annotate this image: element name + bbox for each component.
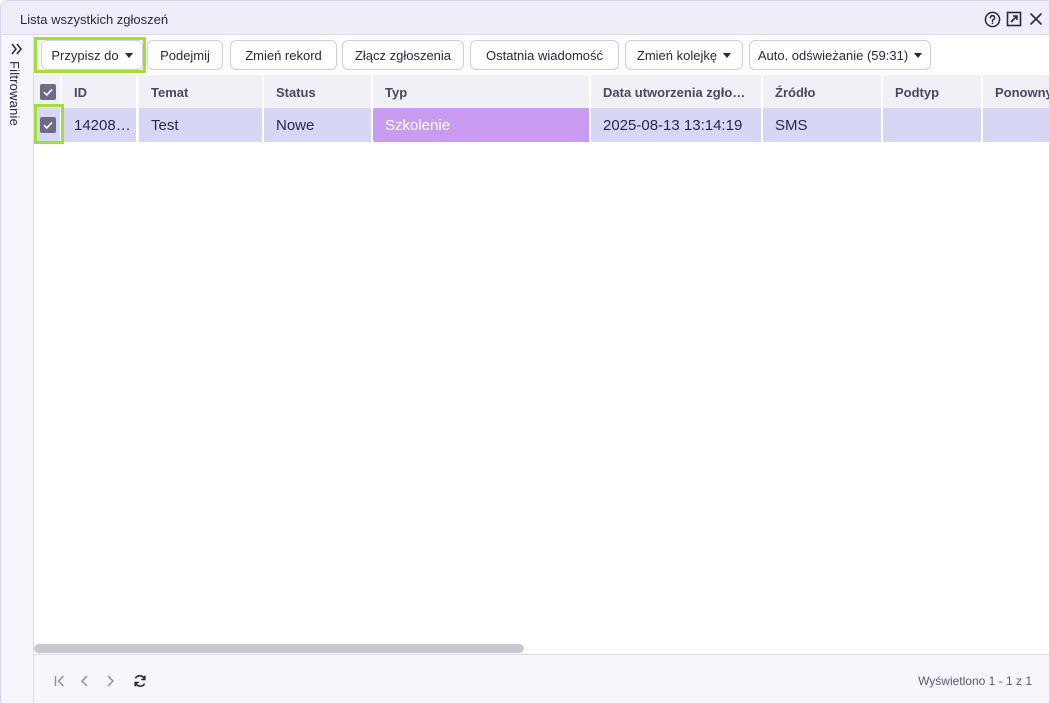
sidebar-label[interactable]: Filtrowanie (7, 61, 22, 126)
row-select-cell[interactable] (34, 108, 62, 142)
header-ponowny[interactable]: Ponowny (983, 75, 1049, 109)
change-record-button[interactable]: Zmień rekord (230, 40, 337, 70)
auto-refresh-label: Auto. odświeżanie (59:31) (757, 47, 909, 63)
cell-ponowny[interactable] (983, 108, 1049, 142)
select-all-cell[interactable] (34, 75, 62, 109)
filter-sidebar[interactable]: Filtrowanie (1, 35, 34, 703)
table-header-row: ID Temat Status Typ Data utworzenia zgło… (34, 75, 1049, 109)
caret-down-icon (914, 52, 923, 58)
popout-icon[interactable] (1005, 10, 1023, 28)
help-icon[interactable] (983, 10, 1001, 28)
assign-to-label: Przypisz do (51, 47, 119, 63)
page-summary: Wyświetlono 1 - 1 z 1 (918, 674, 1032, 688)
cell-id[interactable]: 14208… (62, 108, 138, 142)
last-message-button[interactable]: Ostatnia wiadomość (470, 40, 619, 70)
header-typ[interactable]: Typ (373, 75, 591, 109)
table-row[interactable]: 14208… Test Nowe Szkolenie 2025-08-13 13… (34, 108, 1049, 142)
auto-refresh-button[interactable]: Auto. odświeżanie (59:31) (749, 40, 931, 70)
select-all-checkbox[interactable] (40, 84, 56, 100)
window-title: Lista wszystkich zgłoszeń (20, 12, 169, 27)
ticket-list-window: Lista wszystkich zgłoszeń Filtrowanie Pr… (0, 0, 1050, 704)
header-temat[interactable]: Temat (139, 75, 264, 109)
cell-temat[interactable]: Test (139, 108, 264, 142)
header-podtyp[interactable]: Podtyp (883, 75, 983, 109)
cell-status[interactable]: Nowe (264, 108, 373, 142)
title-bar: Lista wszystkich zgłoszeń (1, 1, 1049, 35)
pagination-footer: Wyświetlono 1 - 1 z 1 (34, 654, 1049, 703)
header-zrodlo[interactable]: Źródło (763, 75, 883, 109)
next-page-icon[interactable] (101, 672, 119, 690)
row-checkbox[interactable] (40, 117, 56, 133)
assign-to-button[interactable]: Przypisz do (41, 40, 143, 70)
change-queue-button[interactable]: Zmień kolejkę (625, 40, 743, 70)
caret-down-icon (723, 52, 732, 58)
header-id[interactable]: ID (62, 75, 138, 109)
toolbar: Przypisz do Podejmij Zmień rekord Złącz … (34, 35, 1049, 75)
cell-typ[interactable]: Szkolenie (373, 108, 591, 142)
horizontal-scrollbar[interactable] (34, 644, 524, 653)
previous-page-icon[interactable] (76, 672, 94, 690)
header-data-utworzenia[interactable]: Data utworzenia zgło… (591, 75, 763, 109)
change-queue-label: Zmień kolejkę (636, 47, 718, 63)
tickets-table: ID Temat Status Typ Data utworzenia zgło… (34, 75, 1049, 655)
header-status[interactable]: Status (264, 75, 373, 109)
cell-podtyp[interactable] (883, 108, 983, 142)
cell-data-utworzenia[interactable]: 2025-08-13 13:14:19 (591, 108, 763, 142)
caret-down-icon (124, 52, 133, 58)
cell-zrodlo[interactable]: SMS (763, 108, 883, 142)
close-icon[interactable] (1027, 10, 1045, 28)
title-bar-actions (983, 10, 1045, 28)
first-page-icon[interactable] (51, 672, 69, 690)
take-button[interactable]: Podejmij (147, 40, 223, 70)
double-chevron-right-icon[interactable] (10, 42, 24, 56)
merge-tickets-button[interactable]: Złącz zgłoszenia (342, 40, 464, 70)
refresh-icon[interactable] (131, 672, 149, 690)
